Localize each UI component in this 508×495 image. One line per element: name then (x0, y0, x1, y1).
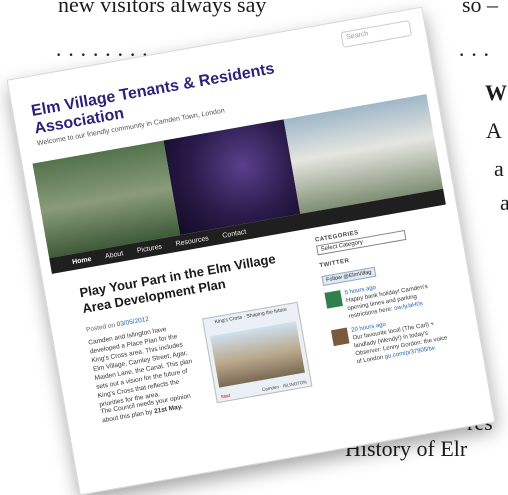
bg-line-top-right: so – (462, 0, 499, 17)
image-footer-right: Camden · ISLINGTON (261, 379, 307, 393)
search-input[interactable]: Search (340, 20, 413, 48)
bg-line-a1: A (486, 118, 502, 143)
nav-item-resources[interactable]: Resources (175, 235, 209, 248)
bg-heading-w: W (485, 80, 507, 105)
posted-prefix: Posted on (85, 321, 116, 334)
posted-date-link[interactable]: 03/05/2012 (116, 316, 149, 329)
bg-line-top-left: new visitors always say (58, 0, 267, 17)
dotted-leader-right: ··· (458, 42, 495, 67)
image-footer-left: Start (220, 392, 231, 400)
twitter-widget: TWITTER Follow @ElmVillag 5 hours ago Ha… (319, 243, 456, 370)
avatar (330, 327, 350, 347)
nav-item-home[interactable]: Home (72, 255, 92, 265)
sidebar: CATEGORIES Select Category TWITTER Follo… (315, 217, 456, 370)
bg-line-a3: a (500, 190, 508, 215)
nav-item-contact[interactable]: Contact (222, 228, 247, 239)
bg-line-a2: a (494, 156, 504, 181)
follow-button[interactable]: Follow @ElmVillag (321, 266, 377, 286)
website-screenshot: Search Elm Village Tenants & Residents A… (6, 6, 496, 495)
city-photo (210, 321, 305, 388)
avatar (324, 290, 343, 309)
post-image-kings-cross[interactable]: King's Cross · Shaping the future Start … (201, 301, 313, 404)
nav-item-pictures[interactable]: Pictures (136, 243, 162, 254)
nav-item-about[interactable]: About (105, 250, 124, 260)
